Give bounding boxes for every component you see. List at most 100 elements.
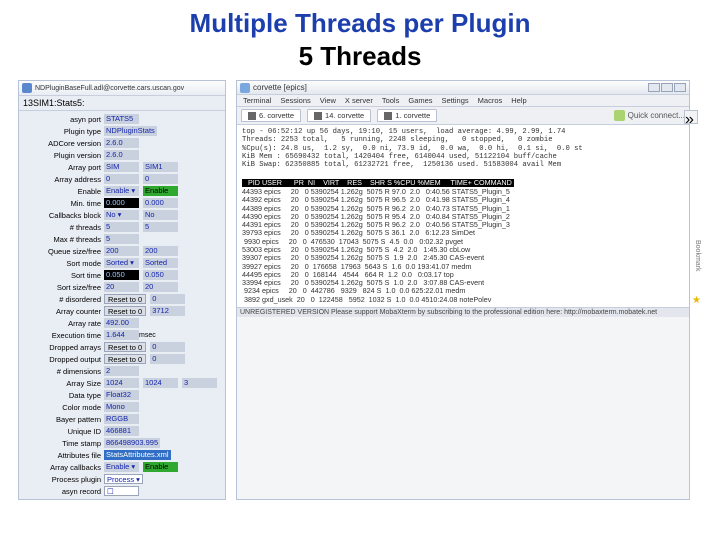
side-expand-icon[interactable]: » <box>684 110 698 124</box>
field-value[interactable]: ☐ <box>104 486 139 496</box>
field-label: asyn record <box>22 487 104 496</box>
minimize-button[interactable] <box>648 83 660 92</box>
field-value[interactable]: Enable ▾ <box>104 462 139 472</box>
field-value: 200 <box>104 246 139 256</box>
field-readback: 1024 <box>143 378 178 388</box>
epics-row: Unique ID466881 <box>22 425 222 437</box>
close-button[interactable] <box>674 83 686 92</box>
field-label: Min. time <box>22 199 104 208</box>
page-subtitle: 5 Threads <box>0 41 720 72</box>
field-value[interactable]: Sorted ▾ <box>104 258 139 268</box>
epics-row: # disorderedReset to 00 <box>22 293 222 305</box>
epics-row: Array rate492.00 <box>22 317 222 329</box>
epics-row: Dropped arraysReset to 00 <box>22 341 222 353</box>
field-readback: SIM1 <box>143 162 178 172</box>
field-label: Bayer pattern <box>22 415 104 424</box>
field-value: 1.644 <box>104 330 139 340</box>
field-value[interactable]: Enable ▾ <box>104 186 139 196</box>
field-label: Max # threads <box>22 235 104 244</box>
epics-row: Plugin version2.6.0 <box>22 149 222 161</box>
epics-row: Callbacks blockNo ▾No <box>22 209 222 221</box>
field-value[interactable]: No ▾ <box>104 210 139 220</box>
field-label: Unique ID <box>22 427 104 436</box>
quick-connect[interactable]: Quick connect... <box>614 110 685 121</box>
terminal-tab[interactable]: 1. corvette <box>377 109 437 122</box>
terminal-tab[interactable]: 6. corvette <box>241 109 301 122</box>
field-value: 466881 <box>104 426 139 436</box>
menu-item[interactable]: Help <box>511 96 526 105</box>
epics-row: Queue size/free200200 <box>22 245 222 257</box>
field-readback: 5 <box>143 222 178 232</box>
epics-titlebar[interactable]: NDPluginBaseFull.adl@corvette.cars.uscan… <box>19 81 225 96</box>
epics-address: 13SIM1:Stats5: <box>19 96 225 111</box>
field-readback: 0 <box>143 174 178 184</box>
epics-row: Array address00 <box>22 173 222 185</box>
epics-row: Sort time0.0500.050 <box>22 269 222 281</box>
app-icon <box>22 83 32 93</box>
menu-item[interactable]: Games <box>408 96 432 105</box>
field-value: 0.050 <box>104 270 139 280</box>
field-label: Process plugin <box>22 475 104 484</box>
field-label: # disordered <box>22 295 104 304</box>
epics-row: Plugin typeNDPluginStats <box>22 125 222 137</box>
field-readback: 0 <box>150 342 185 352</box>
epics-row: Sort modeSorted ▾Sorted <box>22 257 222 269</box>
epics-row: Sort size/free2020 <box>22 281 222 293</box>
field-label: Array counter <box>22 307 104 316</box>
epics-row: Process pluginProcess ▾ <box>22 473 222 485</box>
field-label: Array rate <box>22 319 104 328</box>
epics-window-title: NDPluginBaseFull.adl@corvette.cars.uscan… <box>35 85 184 92</box>
field-value[interactable]: Reset to 0 <box>104 342 146 352</box>
field-label: Sort size/free <box>22 283 104 292</box>
field-label: Dropped output <box>22 355 104 364</box>
epics-row: Dropped outputReset to 0 0 <box>22 353 222 365</box>
field-value: Float32 <box>104 390 139 400</box>
field-value: 2.6.0 <box>104 138 139 148</box>
field-readback: 0.050 <box>143 270 178 280</box>
terminal-titlebar[interactable]: corvette [epics] <box>237 81 689 95</box>
field-value[interactable]: Reset to 0 <box>104 306 146 316</box>
field-readback: 0 <box>150 354 185 364</box>
epics-row: Color modeMono <box>22 401 222 413</box>
field-value: 0 <box>104 174 139 184</box>
unit-label: msec <box>139 332 156 339</box>
lightning-icon <box>614 110 625 121</box>
field-label: Data type <box>22 391 104 400</box>
field-label: asyn port <box>22 115 104 124</box>
field-value: STATS5 <box>104 114 139 124</box>
field-readback: 3 <box>182 378 217 388</box>
field-label: Color mode <box>22 403 104 412</box>
menu-item[interactable]: X server <box>345 96 373 105</box>
monitor-icon <box>384 112 392 120</box>
terminal-body[interactable]: top - 06:52:12 up 56 days, 19:10, 15 use… <box>237 125 689 307</box>
field-value: 2 <box>104 366 139 376</box>
terminal-tab[interactable]: 14. corvette <box>307 109 371 122</box>
field-value[interactable]: Process ▾ <box>104 474 143 484</box>
field-value[interactable]: Reset to 0 <box>104 354 146 364</box>
bookmark-tab[interactable]: Bookmark <box>694 240 701 272</box>
tabs-row: 6. corvette 14. corvette 1. corvette Quick… <box>237 107 689 125</box>
star-icon[interactable]: ★ <box>692 295 701 306</box>
epics-row: Data typeFloat32 <box>22 389 222 401</box>
field-value[interactable]: Reset to 0 <box>104 294 146 304</box>
menu-item[interactable]: Sessions <box>280 96 310 105</box>
epics-row: Time stamp866498903.995 <box>22 437 222 449</box>
field-label: Array address <box>22 175 104 184</box>
menu-item[interactable]: Terminal <box>243 96 271 105</box>
epics-row: EnableEnable ▾Enable <box>22 185 222 197</box>
menu-item[interactable]: Settings <box>442 96 469 105</box>
field-label: # threads <box>22 223 104 232</box>
terminal-title: corvette [epics] <box>253 83 307 92</box>
quick-connect-label: Quick connect... <box>628 111 685 120</box>
epics-row: Min. time0.0000.000 <box>22 197 222 209</box>
menu-item[interactable]: View <box>320 96 336 105</box>
field-value: 2.6.0 <box>104 150 139 160</box>
epics-row: Bayer patternRGGB <box>22 413 222 425</box>
field-label: Callbacks block <box>22 211 104 220</box>
maximize-button[interactable] <box>661 83 673 92</box>
field-value: Mono <box>104 402 139 412</box>
field-value: 492.00 <box>104 318 139 328</box>
menu-item[interactable]: Tools <box>382 96 400 105</box>
monitor-icon <box>314 112 322 120</box>
menu-item[interactable]: Macros <box>478 96 503 105</box>
